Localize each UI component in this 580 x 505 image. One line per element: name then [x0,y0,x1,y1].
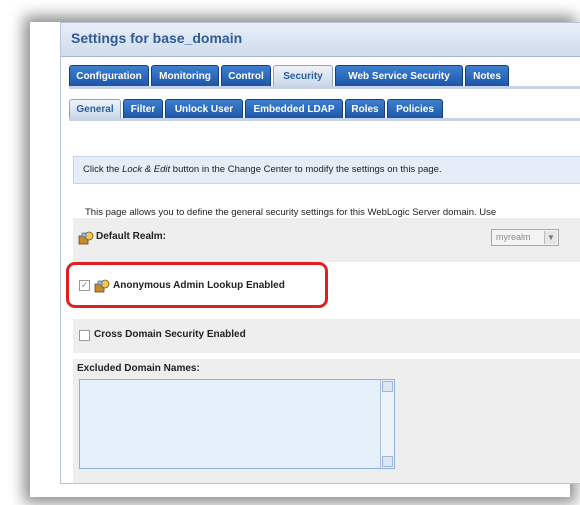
info-prefix: Click the [83,164,123,175]
tab-embedded-ldap[interactable]: Embedded LDAP [245,99,343,119]
tab-configuration[interactable]: Configuration [69,65,149,87]
default-realm-label: Default Realm: [96,231,167,242]
tab-notes[interactable]: Notes [465,65,509,87]
cross-domain-checkbox[interactable] [79,330,90,341]
cross-domain-label: Cross Domain Security Enabled [94,329,246,340]
textarea-scrollbar[interactable] [380,380,394,468]
tab-general[interactable]: General [69,99,121,119]
realm-icon [78,231,94,245]
cross-domain-row: Cross Domain Security Enabled [73,319,580,353]
scroll-up-button[interactable] [382,381,393,392]
info-suffix: button in the Change Center to modify th… [170,164,442,175]
tab-monitoring[interactable]: Monitoring [151,65,219,87]
scroll-down-button[interactable] [382,456,393,467]
secondary-tab-underline [69,118,580,121]
default-realm-value: myrealm [496,232,531,242]
tab-security[interactable]: Security [273,65,333,87]
chevron-down-icon: ▼ [544,231,557,244]
info-message: Click the Lock & Edit button in the Chan… [73,156,580,184]
highlight-annotation [66,262,328,308]
tab-filter[interactable]: Filter [123,99,163,119]
tab-policies[interactable]: Policies [387,99,443,119]
tab-control[interactable]: Control [221,65,271,87]
tab-web-service-security[interactable]: Web Service Security [335,65,463,87]
page-description: This page allows you to define the gener… [85,207,497,218]
excluded-domains-row: Excluded Domain Names: [73,359,580,483]
tab-roles[interactable]: Roles [345,99,385,119]
default-realm-select[interactable]: myrealm ▼ [491,229,559,246]
settings-panel: Settings for base_domain Configuration M… [60,22,580,484]
excluded-domains-textarea[interactable] [79,379,395,469]
primary-tab-underline [69,86,580,89]
excluded-domains-label: Excluded Domain Names: [77,363,200,374]
tab-unlock-user[interactable]: Unlock User [165,99,243,119]
title-bar: Settings for base_domain [61,23,580,57]
page-title: Settings for base_domain [71,30,243,46]
default-realm-row: Default Realm: myrealm ▼ [73,218,580,262]
lock-edit-emphasis: Lock & Edit [122,164,171,175]
